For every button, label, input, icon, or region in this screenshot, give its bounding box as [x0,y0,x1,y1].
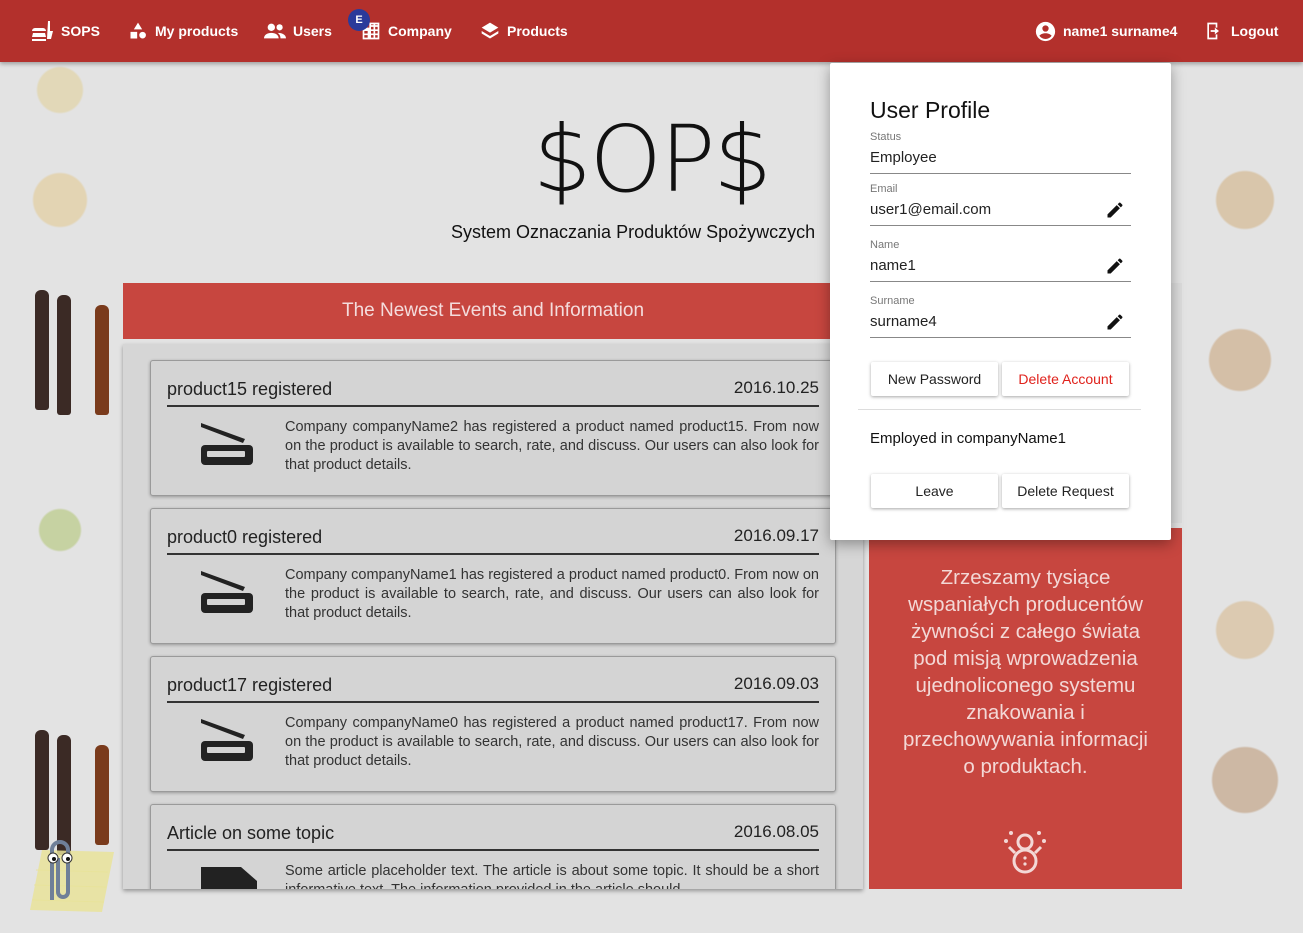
nav-company-label: Company [388,23,452,39]
nav-company[interactable]: Company [361,0,452,62]
event-text: Some article placeholder text. The artic… [285,863,819,889]
email-field: Email user1@email.com [870,183,1131,226]
side-panel-edge [1170,283,1182,523]
article-icon [201,867,257,889]
surname-text: surname4 [870,313,937,330]
nav-user-profile[interactable]: name1 surname4 [1035,0,1177,62]
status-value: Employee [870,143,1131,174]
profile-title: User Profile [870,97,991,123]
event-divider [167,701,819,703]
new-password-button[interactable]: New Password [871,362,998,396]
nav-products-label: Products [507,23,568,39]
promo-text: Zrzeszamy tysiące wspaniałych producentó… [903,566,1148,778]
users-icon [264,23,286,39]
bottle-decoration [35,290,49,410]
status-text: Employee [870,149,937,166]
user-profile-popup: User Profile Status Employee Email user1… [830,63,1171,540]
nav-users-label: Users [293,23,332,39]
hero-title: $OP$ [533,106,772,213]
food-icon [32,21,53,41]
nav-my-products-label: My products [155,23,239,39]
name-field: Name name1 [870,239,1131,282]
status-label: Status [870,131,902,143]
delete-account-button[interactable]: Delete Account [1002,362,1129,396]
snowman-icon [1004,831,1046,874]
clippy-assistant-icon[interactable] [22,830,117,915]
nav-logout-label: Logout [1231,23,1279,39]
employed-in-text: Employed in companyName1 [870,430,1066,447]
logout-icon [1207,22,1219,40]
hero-subtitle: System Oznaczania Produktów Spożywczych [451,222,816,242]
edit-surname-icon[interactable] [1105,312,1125,332]
nav-user-name: name1 surname4 [1063,23,1178,39]
event-text: Company companyName1 has registered a pr… [285,567,819,621]
nav-users[interactable]: Users [264,0,332,62]
nav-sops-label: SOPS [61,23,100,39]
edit-email-icon[interactable] [1105,200,1125,220]
events-panel[interactable]: product15 registered 2016.10.25 Company … [123,344,863,889]
delete-request-button[interactable]: Delete Request [1002,474,1129,508]
event-title: Article on some topic [167,823,335,843]
bottle-decoration [95,305,109,415]
event-date: 2016.09.03 [733,674,819,693]
nav-my-products[interactable]: My products [128,0,238,62]
surname-field: Surname surname4 [870,295,1131,338]
top-navbar: SOPS My products Users E Company Product… [0,0,1303,62]
name-value: name1 [870,251,1131,282]
status-field: Status Employee [870,131,1131,174]
event-date: 2016.08.05 [733,822,819,841]
event-date: 2016.09.17 [733,526,819,545]
email-value: user1@email.com [870,195,1131,226]
event-title: product17 registered [167,675,333,695]
nav-logout[interactable]: Logout [1204,0,1278,62]
bottle-decoration [57,295,71,415]
barcode-scanner-icon [201,423,253,465]
barcode-scanner-icon [201,719,253,761]
event-divider [167,553,819,555]
name-label: Name [870,239,900,251]
nav-products[interactable]: Products [480,0,568,62]
layers-icon [481,22,499,39]
event-title: product0 registered [167,527,323,547]
company-badge: E [348,9,370,31]
event-divider [167,405,819,407]
event-card[interactable]: product15 registered 2016.10.25 Company … [150,360,836,496]
nav-sops[interactable]: SOPS [30,0,100,62]
profile-divider [858,409,1141,410]
event-text: Company companyName0 has registered a pr… [285,715,819,769]
event-card[interactable]: product17 registered 2016.09.03 Company … [150,656,836,792]
email-text: user1@email.com [870,201,992,218]
event-card[interactable]: product0 registered 2016.09.17 Company c… [150,508,836,644]
leave-button[interactable]: Leave [871,474,998,508]
name-text: name1 [870,257,916,274]
events-header: The Newest Events and Information [123,283,863,339]
event-title: product15 registered [167,379,333,399]
shapes-icon [130,22,146,39]
surname-label: Surname [870,295,915,307]
barcode-scanner-icon [201,571,253,613]
promo-panel: Zrzeszamy tysiące wspaniałych producentó… [869,528,1182,889]
event-text: Company companyName2 has registered a pr… [285,419,819,473]
email-label: Email [870,183,898,195]
surname-value: surname4 [870,307,1131,338]
event-divider [167,849,819,851]
event-date: 2016.10.25 [733,378,819,397]
event-card[interactable]: Article on some topic 2016.08.05 Some ar… [150,804,836,889]
account-circle-icon [1035,21,1056,41]
edit-name-icon[interactable] [1105,256,1125,276]
